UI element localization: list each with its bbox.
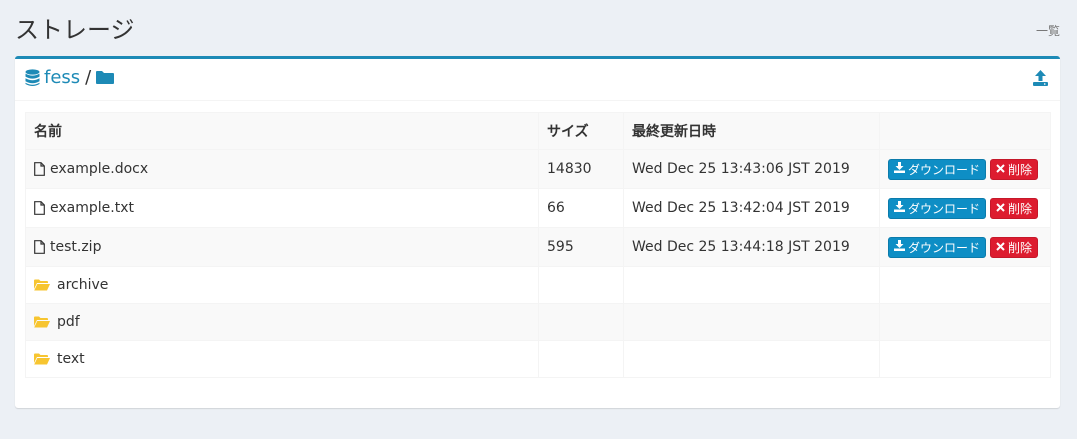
table-row: example.docx 14830 Wed Dec 25 13:43:06 J… (25, 149, 1051, 189)
download-button[interactable]: ダウンロード (888, 236, 987, 258)
column-header-name: 名前 (25, 112, 539, 150)
table-row: archive (25, 266, 1051, 304)
file-size: 595 (538, 227, 624, 267)
file-icon (34, 162, 45, 176)
download-icon (894, 162, 905, 176)
table-row: pdf (25, 303, 1051, 341)
times-icon (996, 162, 1005, 176)
file-icon (34, 240, 45, 254)
file-modified: Wed Dec 25 13:43:06 JST 2019 (623, 149, 880, 189)
table-row: test.zip 595 Wed Dec 25 13:44:18 JST 201… (25, 227, 1051, 267)
folder-open-icon (34, 279, 50, 291)
page-title: ストレージ (15, 16, 135, 44)
content-header: ストレージ 一覧 (0, 0, 1077, 56)
column-header-modified: 最終更新日時 (623, 112, 880, 150)
column-header-actions (879, 112, 1051, 150)
delete-button[interactable]: 削除 (990, 197, 1039, 219)
times-icon (996, 201, 1005, 215)
times-icon (996, 240, 1005, 254)
path-breadcrumb: fess / (25, 67, 115, 88)
folder-open-icon (34, 353, 50, 365)
delete-button[interactable]: 削除 (990, 158, 1039, 180)
file-size: 66 (538, 188, 624, 228)
root-link[interactable]: fess (44, 67, 80, 88)
delete-button[interactable]: 削除 (990, 236, 1039, 258)
storage-box: fess / 名前 サイズ 最終更新日時 example.docx 14830 … (15, 56, 1060, 408)
folder-open-icon (34, 316, 50, 328)
upload-icon[interactable] (1033, 70, 1048, 90)
path-separator: / (85, 67, 92, 88)
file-size: 14830 (538, 149, 624, 189)
box-header: fess / (15, 59, 1060, 101)
folder-name[interactable]: text (57, 351, 85, 367)
download-icon (894, 201, 905, 215)
table-row: text (25, 340, 1051, 378)
folder-icon[interactable] (96, 70, 115, 85)
file-table-wrap: 名前 サイズ 最終更新日時 example.docx 14830 Wed Dec… (25, 112, 1051, 378)
file-modified: Wed Dec 25 13:42:04 JST 2019 (623, 188, 880, 228)
file-icon (34, 201, 45, 215)
folder-name[interactable]: archive (57, 277, 108, 293)
download-button[interactable]: ダウンロード (888, 197, 987, 219)
file-name[interactable]: example.docx (50, 161, 148, 177)
file-modified: Wed Dec 25 13:44:18 JST 2019 (623, 227, 880, 267)
file-name[interactable]: example.txt (50, 200, 134, 216)
column-header-size: サイズ (538, 112, 624, 150)
table-row: example.txt 66 Wed Dec 25 13:42:04 JST 2… (25, 188, 1051, 228)
file-table: 名前 サイズ 最終更新日時 example.docx 14830 Wed Dec… (25, 112, 1051, 378)
download-icon (894, 240, 905, 254)
database-icon (25, 68, 40, 87)
table-header-row: 名前 サイズ 最終更新日時 (25, 112, 1051, 150)
folder-name[interactable]: pdf (57, 314, 80, 330)
breadcrumb[interactable]: 一覧 (1036, 22, 1060, 39)
download-button[interactable]: ダウンロード (888, 158, 987, 180)
file-name[interactable]: test.zip (50, 239, 101, 255)
